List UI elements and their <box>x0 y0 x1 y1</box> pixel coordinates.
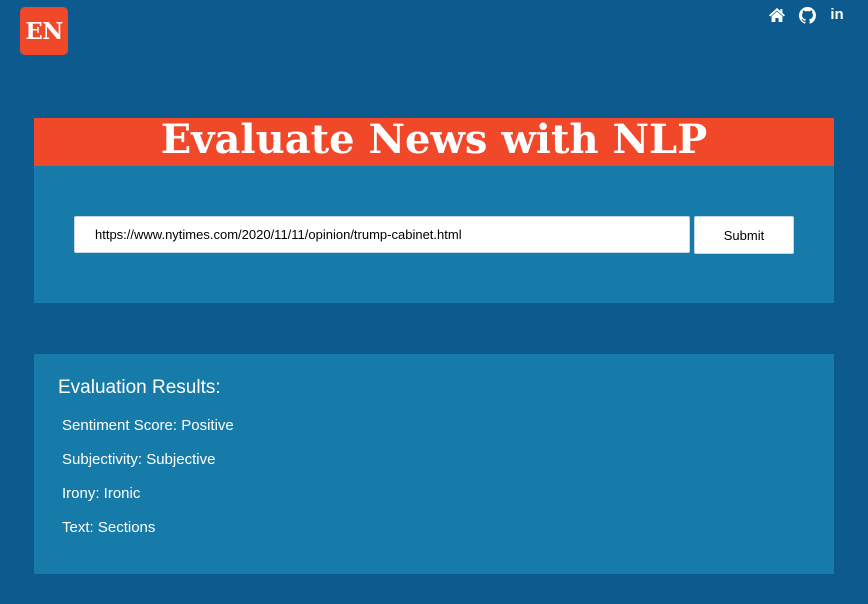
linkedin-icon[interactable]: in <box>828 6 846 24</box>
irony-result: Irony: Ironic <box>62 485 141 502</box>
text-result: Text: Sections <box>62 519 156 536</box>
submit-button[interactable]: Submit <box>694 216 794 254</box>
subjectivity-result: Subjectivity: Subjective <box>62 451 216 468</box>
page-title: Evaluate News with NLP <box>160 116 708 163</box>
github-icon[interactable] <box>798 6 816 24</box>
logo[interactable]: EN <box>20 7 68 55</box>
linkedin-label: in <box>830 6 844 23</box>
results-heading: Evaluation Results: <box>58 377 221 398</box>
top-navigation: in <box>768 6 846 24</box>
home-icon[interactable] <box>768 6 786 24</box>
sentiment-result: Sentiment Score: Positive <box>62 417 234 434</box>
url-input[interactable] <box>74 216 690 253</box>
title-banner: Evaluate News with NLP <box>34 116 834 166</box>
url-form: Submit <box>34 166 834 303</box>
results-panel: Evaluation Results: Sentiment Score: Pos… <box>34 354 834 574</box>
